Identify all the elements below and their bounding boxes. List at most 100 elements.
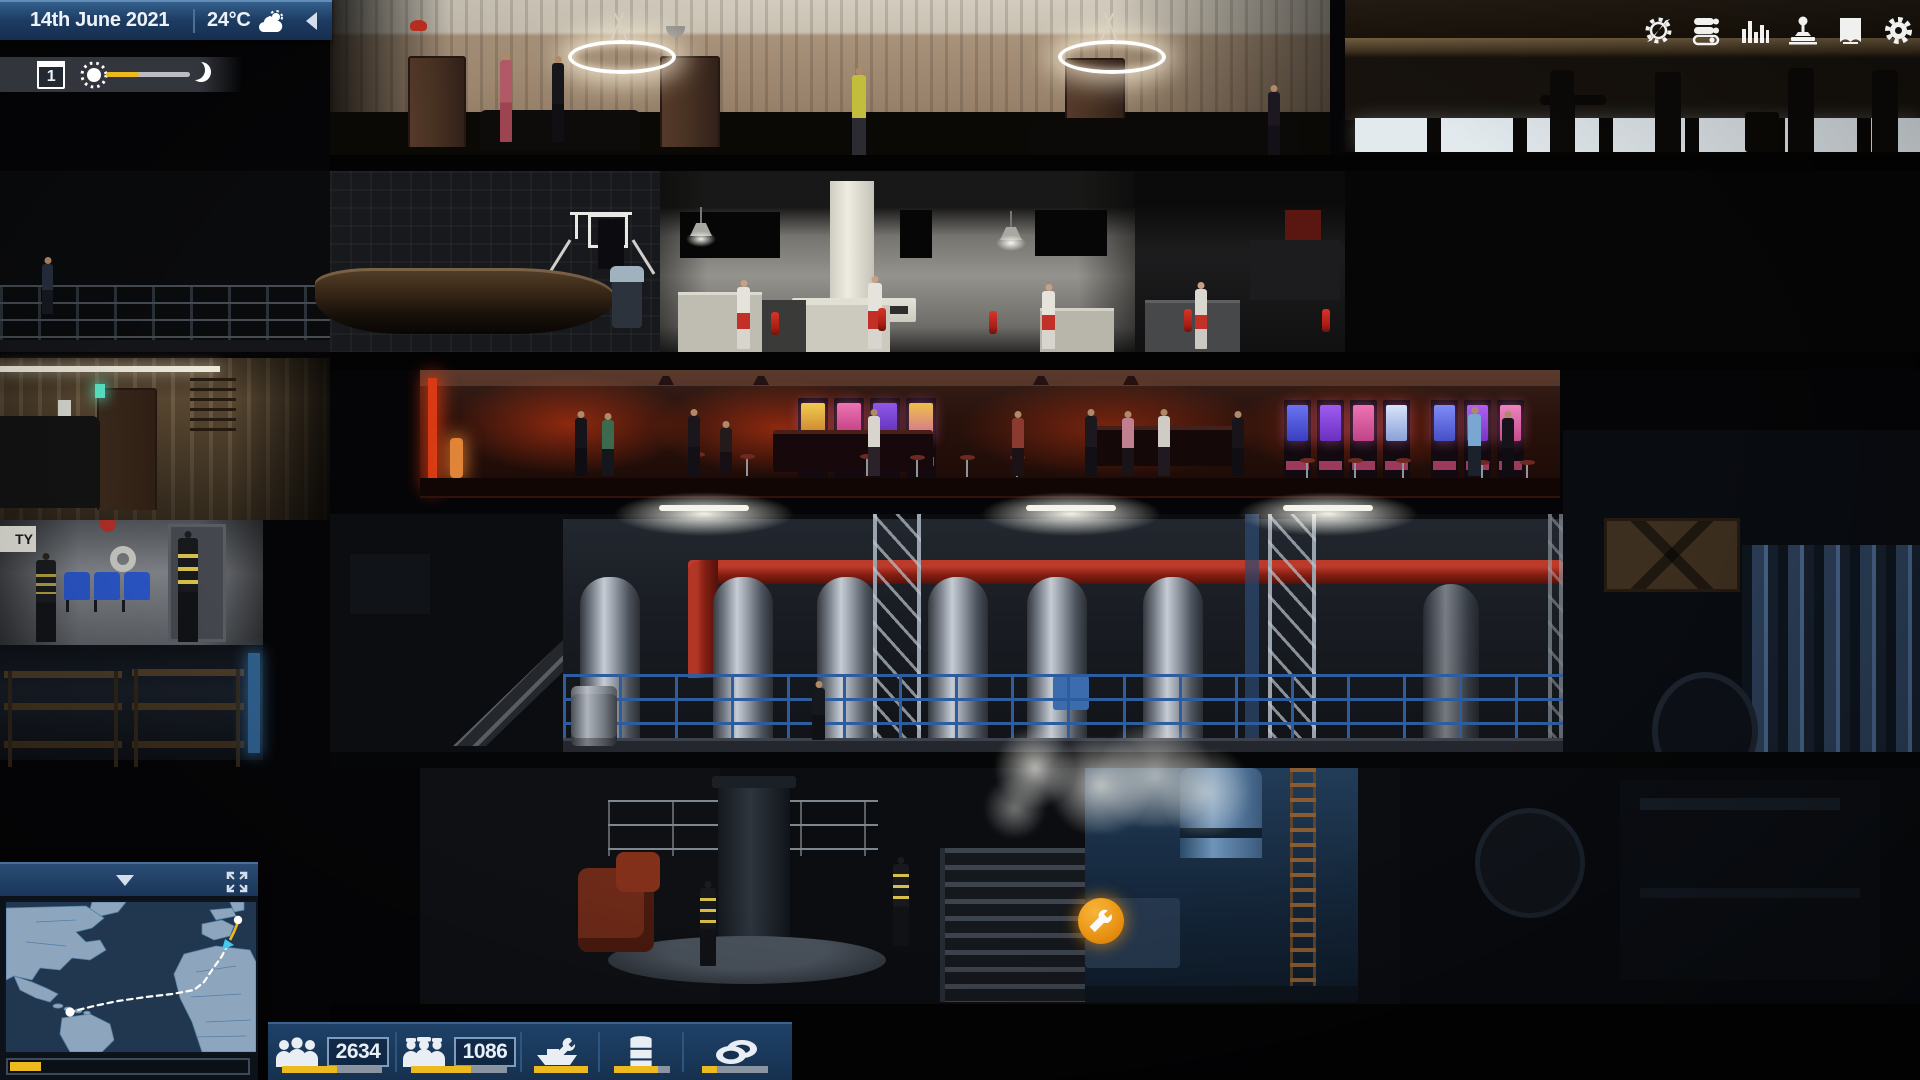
- journey-progress-fill: [10, 1062, 41, 1071]
- bar-stool: [740, 454, 755, 478]
- floor-lamp: [450, 438, 463, 478]
- passengers-group[interactable]: 2634: [268, 1024, 395, 1080]
- firefighter: [700, 888, 716, 966]
- passenger-dancing: [500, 60, 512, 142]
- temperature-label: 24°C: [207, 9, 251, 32]
- extraction-hood: [830, 181, 874, 301]
- firefighter-seated: [36, 560, 56, 642]
- fuel-group[interactable]: [600, 1024, 682, 1080]
- chair-silhouette: [1872, 70, 1898, 152]
- ceiling-beam: [900, 210, 932, 258]
- cabin-wood-room: [0, 358, 330, 520]
- journey-progress-bar: [6, 1058, 250, 1075]
- passengers-icon: [274, 1037, 320, 1067]
- deck-boiler-room: [563, 514, 1563, 754]
- chef: [737, 287, 750, 349]
- casino-guest: [868, 416, 880, 476]
- steel-counter: [1145, 300, 1240, 352]
- down-arrow-icon: [116, 875, 134, 886]
- fluorescent-light: [0, 366, 220, 372]
- fire-extinguisher: [1184, 309, 1192, 332]
- minimap-collapse-button[interactable]: [116, 875, 134, 886]
- shelf-unit: [1250, 240, 1340, 300]
- chair-silhouette: [1550, 70, 1574, 152]
- date-weather-bar: 14th June 2021 24°C: [0, 0, 332, 40]
- kitchen-stove: [762, 300, 806, 352]
- cargo-hold-right: [1563, 430, 1920, 760]
- collapse-panel-button[interactable]: [306, 12, 317, 30]
- food-group[interactable]: [684, 1024, 790, 1080]
- crew-count: 1086: [454, 1037, 517, 1067]
- deck-exterior-walkway: [0, 171, 330, 352]
- passenger: [1268, 92, 1280, 156]
- crew-member: [42, 264, 53, 314]
- toggle-switches-icon[interactable]: [1691, 15, 1722, 46]
- settings-gear-icon[interactable]: [1883, 15, 1914, 46]
- compass-gear-icon[interactable]: [1643, 15, 1674, 46]
- status-bar: 2634 1086: [268, 1022, 792, 1080]
- security-room: TY: [0, 520, 263, 645]
- fire-alarm: [410, 20, 427, 31]
- ring-chandelier: [568, 40, 676, 74]
- ship-wrench-icon: [535, 1036, 585, 1068]
- engine-ladder: [1290, 768, 1316, 1000]
- fire-extinguisher: [771, 312, 779, 335]
- engine-block-right: [1400, 768, 1920, 1004]
- maintenance-alert-badge[interactable]: [1078, 898, 1124, 944]
- chair-silhouette: [1788, 68, 1814, 152]
- speed-value: 1: [39, 68, 63, 86]
- ship-cross-section-scene[interactable]: TY: [0, 0, 1920, 1080]
- maintenance-group[interactable]: [522, 1024, 598, 1080]
- fire-extinguisher: [989, 311, 997, 334]
- date-label: 14th June 2021: [30, 9, 169, 32]
- davit-machinery: [598, 219, 624, 269]
- neon-strip: [428, 378, 437, 486]
- divider: [193, 9, 195, 33]
- crew-group[interactable]: 1086: [397, 1024, 520, 1080]
- cabin-door: [97, 388, 157, 510]
- casino-guest: [1468, 414, 1481, 476]
- bar-stool: [910, 455, 925, 479]
- bar-stool: [960, 455, 975, 479]
- red-pipe: [688, 560, 1563, 584]
- plates-icon: [714, 1037, 760, 1067]
- fire-extinguisher: [1322, 309, 1330, 332]
- left-arrow-icon: [306, 12, 317, 30]
- casino-guest: [1085, 416, 1097, 476]
- bunk-beds: [4, 659, 122, 755]
- waiting-chairs: [64, 572, 152, 612]
- minimap-map[interactable]: [4, 900, 258, 1054]
- stairwell: [330, 514, 563, 754]
- bar-chart-icon[interactable]: [1739, 15, 1770, 46]
- casino-guest: [1012, 418, 1024, 476]
- security-sign: TY: [0, 526, 36, 552]
- casino-guest: [575, 418, 587, 476]
- deck-lounge: [330, 0, 1330, 158]
- log-book-icon[interactable]: [1835, 15, 1866, 46]
- joystick-icon[interactable]: [1787, 15, 1818, 46]
- lifeboat: [315, 268, 615, 334]
- lounge-door: [660, 56, 720, 147]
- chef: [1042, 291, 1055, 349]
- game-speed-indicator[interactable]: 1: [37, 61, 65, 89]
- barrel-icon: [627, 1035, 655, 1069]
- minimap-expand-button[interactable]: [226, 871, 248, 893]
- passenger-dancing: [552, 63, 564, 142]
- backlit-windows: [1355, 118, 1920, 152]
- minimap-header: [0, 862, 258, 896]
- main-toolbar: [1638, 10, 1914, 50]
- deck-galley-store: [1135, 171, 1345, 352]
- minimap-panel: [0, 862, 258, 1080]
- lounge-couch: [1030, 118, 1300, 154]
- stool-silhouette: [1745, 112, 1779, 152]
- exit-sign: [95, 384, 105, 398]
- passenger: [852, 75, 866, 158]
- day-night-slider[interactable]: [106, 72, 190, 77]
- crew-bunk-room: [0, 645, 263, 760]
- wrench-icon: [1078, 898, 1124, 944]
- casino-guest: [1122, 418, 1134, 476]
- ring-chandelier: [1058, 40, 1166, 74]
- casino-guest: [1158, 416, 1170, 476]
- chef: [1195, 289, 1207, 349]
- wall-rack: [190, 378, 236, 434]
